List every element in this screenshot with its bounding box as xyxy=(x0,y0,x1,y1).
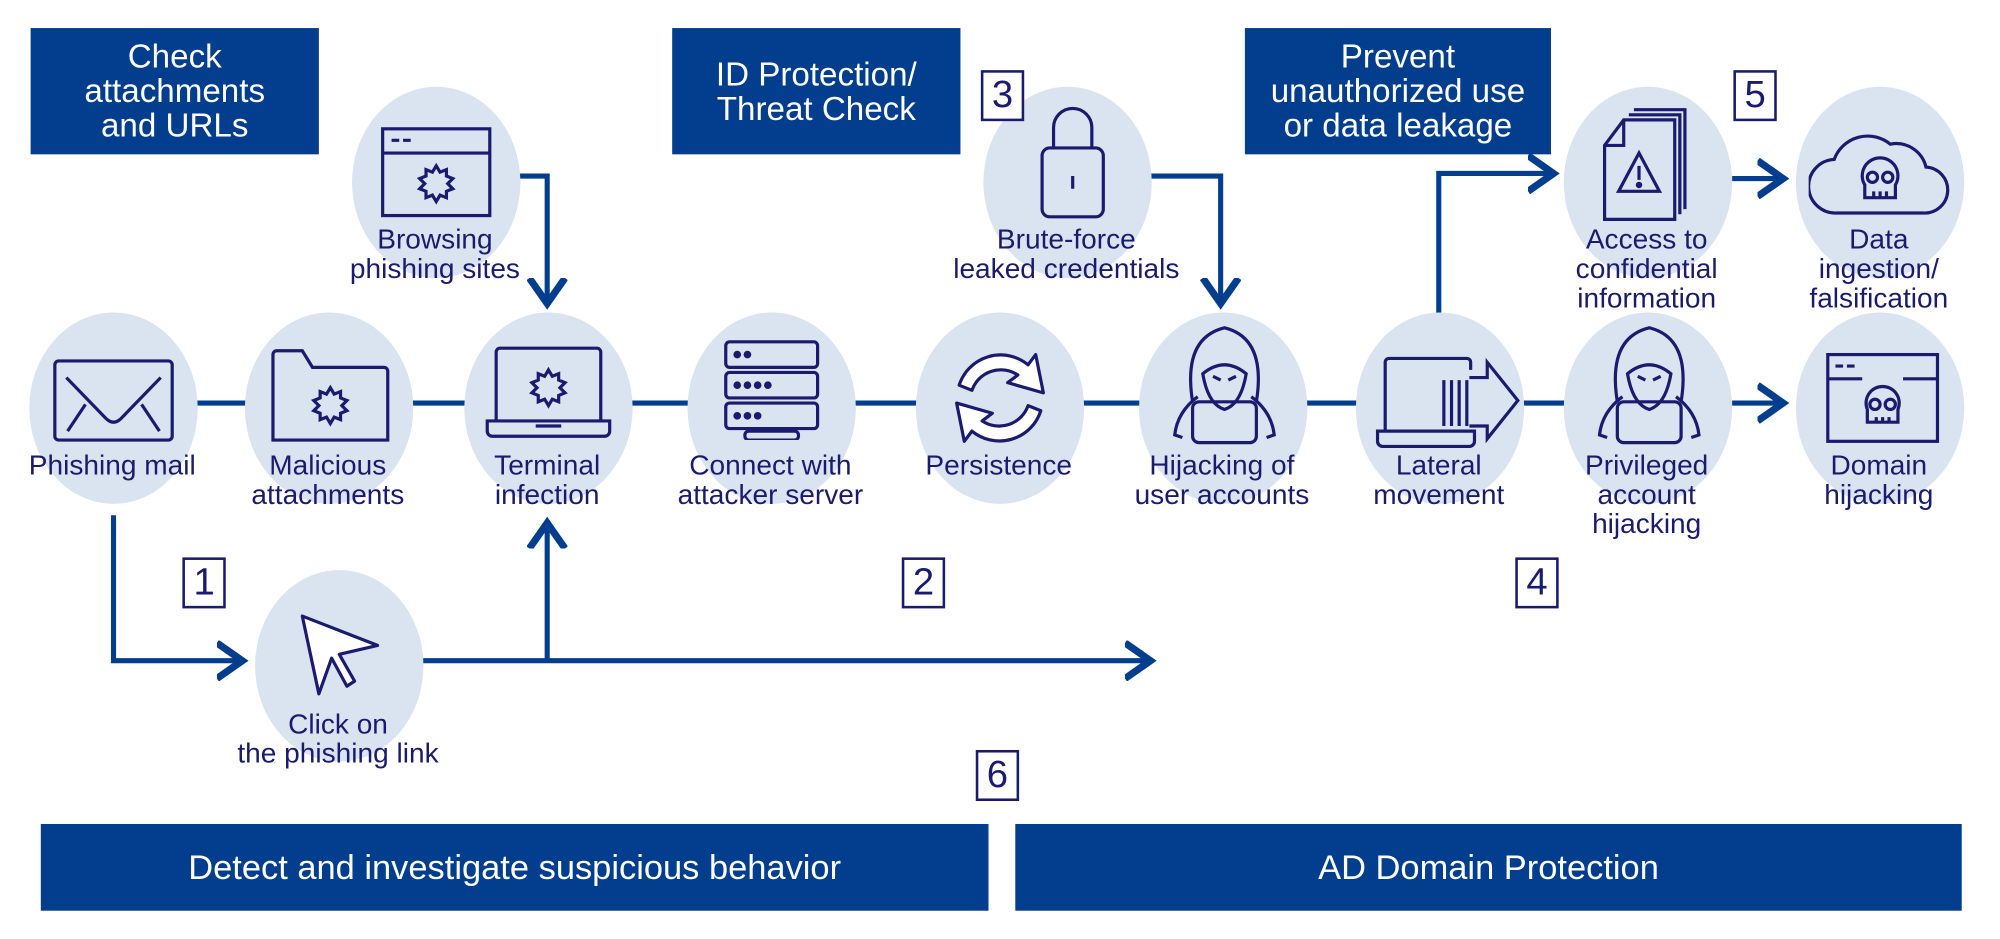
browser-skull-icon xyxy=(1826,352,1940,443)
label-connect-server: Connect with attacker server xyxy=(677,448,864,511)
lateral-to-confidential-arrow xyxy=(1436,173,1554,314)
hacker-icon xyxy=(1173,326,1276,445)
laptop-malware-icon xyxy=(485,346,612,438)
label-terminal-infection: Terminal infection xyxy=(494,448,601,511)
laptop-arrow-icon xyxy=(1375,356,1520,449)
label-malicious-attachments: Malicious attachments xyxy=(251,448,405,511)
check-attachments-box: Check attachments and URLs xyxy=(30,28,319,155)
label-domain-hijack: Domain hijacking xyxy=(1824,448,1934,511)
id-protection-box: ID Protection/ Threat Check xyxy=(672,28,961,155)
padlock-icon xyxy=(1040,106,1105,219)
cycle-arrows-icon xyxy=(955,352,1045,443)
folder-malware-icon xyxy=(271,349,390,442)
label-lateral: Lateral movement xyxy=(1373,448,1505,511)
step-number-1: 1 xyxy=(182,557,226,609)
step-number-4: 4 xyxy=(1515,557,1559,609)
label-brute-force: Brute-force leaked credentials xyxy=(953,223,1180,285)
cursor-icon xyxy=(300,614,380,696)
detect-investigate-text: Detect and investigate suspicious behavi… xyxy=(188,847,842,886)
check-attachments-text: Check attachments and URLs xyxy=(84,36,266,145)
label-click-link: Click on the phishing link xyxy=(237,707,439,770)
server-icon xyxy=(724,340,820,441)
label-phishing-mail: Phishing mail xyxy=(28,448,196,481)
detect-investigate-bar: Detect and investigate suspicious behavi… xyxy=(40,823,989,911)
id-protection-text: ID Protection/ Threat Check xyxy=(715,54,917,127)
ad-domain-protection-text: AD Domain Protection xyxy=(1318,847,1659,886)
label-data-ingestion: Data ingestion/ falsification xyxy=(1809,223,1949,314)
label-privileged: Privileged account hijacking xyxy=(1585,448,1709,540)
prevent-leakage-box: Prevent unauthorized use or data leakage xyxy=(1244,28,1552,155)
label-confidential: Access to confidential information xyxy=(1575,223,1718,314)
ad-domain-protection-bar: AD Domain Protection xyxy=(1015,823,1962,911)
label-hijack-user: Hijacking of user accounts xyxy=(1134,448,1310,511)
prevent-leakage-text: Prevent unauthorized use or data leakage xyxy=(1270,36,1526,145)
step-number-6: 6 xyxy=(975,749,1020,802)
document-warning-icon xyxy=(1602,108,1687,221)
label-browsing-phishing: Browsing phishing sites xyxy=(349,223,520,285)
label-persistence: Persistence xyxy=(925,448,1073,481)
step-number-2: 2 xyxy=(901,557,946,609)
cloud-skull-icon xyxy=(1808,134,1950,215)
browsing-to-terminal-arrow xyxy=(517,173,547,304)
step-number-5: 5 xyxy=(1733,70,1777,122)
browser-malware-icon xyxy=(381,127,492,218)
attack-flow-diagram: Check attachments and URLs ID Protection… xyxy=(0,0,2000,939)
envelope-icon xyxy=(53,359,174,442)
step-number-3: 3 xyxy=(980,70,1025,122)
hacker-icon-privileged xyxy=(1597,326,1701,445)
